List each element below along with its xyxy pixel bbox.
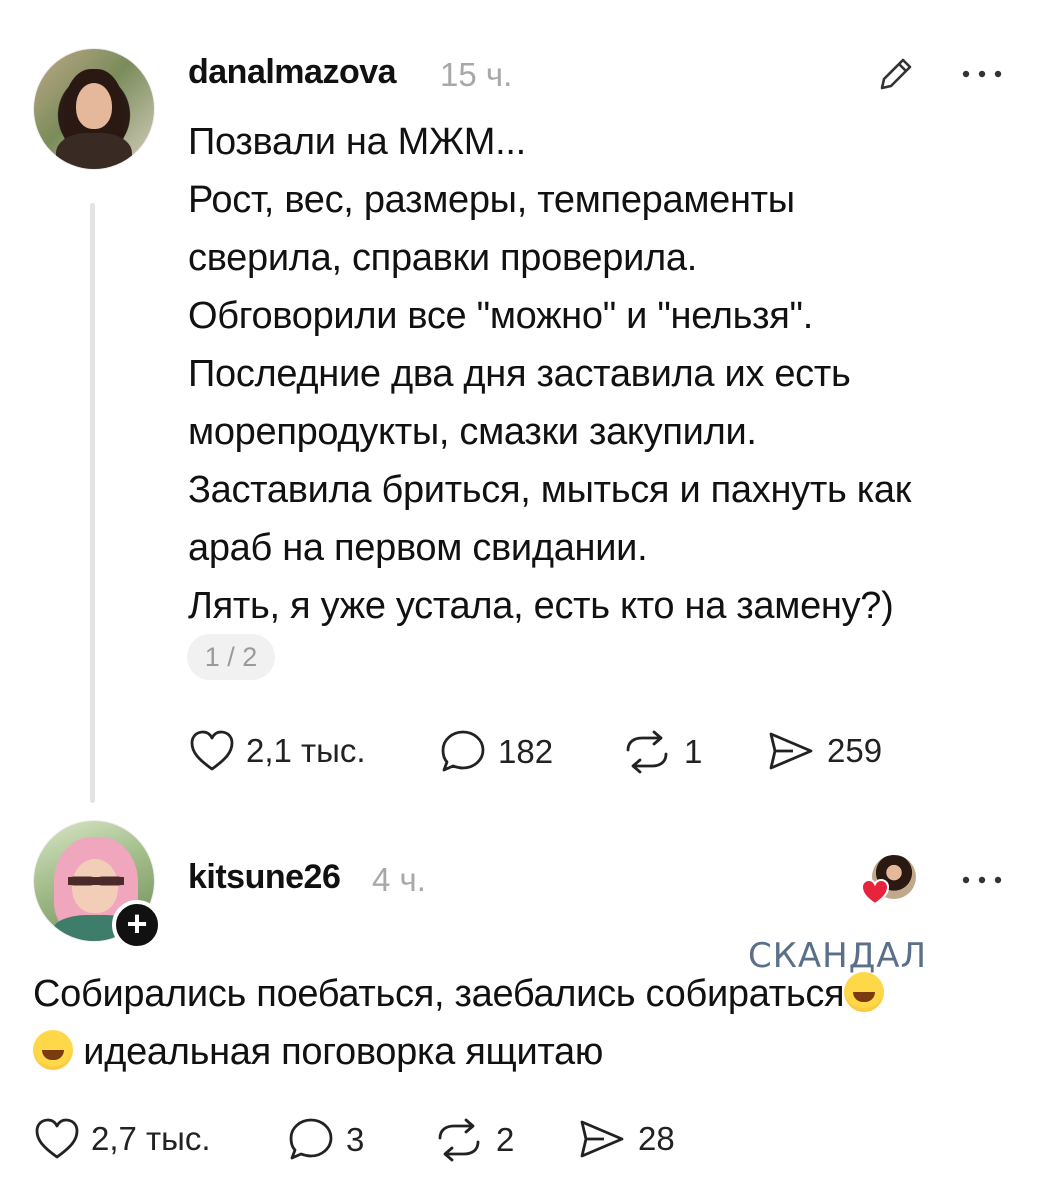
share-button[interactable]: 259 bbox=[765, 728, 882, 774]
repost-icon bbox=[626, 730, 668, 774]
post-body: Позвали на МЖМ... Рост, вес, размеры, те… bbox=[188, 113, 1008, 635]
comment-like-count: 2,7 тыс. bbox=[91, 1120, 211, 1157]
like-count: 2,1 тыс. bbox=[246, 732, 366, 769]
post-line: морепродукты, смазки закупили. bbox=[188, 411, 757, 453]
comment-line: Собирались поебаться, заебались собирать… bbox=[33, 965, 1013, 1023]
comment-line: идеальная поговорка ящитаю bbox=[33, 1023, 1013, 1081]
share-icon bbox=[769, 732, 813, 770]
post-line: араб на первом свидании. bbox=[188, 527, 648, 569]
share-icon bbox=[580, 1120, 624, 1158]
edit-icon[interactable] bbox=[872, 50, 920, 98]
rofl-emoji bbox=[33, 1030, 73, 1070]
comment-icon bbox=[289, 1118, 333, 1160]
comment-reply-count: 3 bbox=[346, 1121, 365, 1158]
repost-icon bbox=[438, 1118, 480, 1162]
repost-count: 1 bbox=[684, 733, 703, 770]
thread-connector-line bbox=[90, 203, 95, 803]
post-line: Позвали на МЖМ... bbox=[188, 121, 526, 163]
more-icon[interactable] bbox=[960, 64, 1004, 84]
like-button[interactable]: 2,1 тыс. bbox=[188, 728, 366, 774]
post-line: Лять, я уже устала, есть кто на замену?) bbox=[188, 585, 894, 627]
comment-time: 4 ч. bbox=[372, 861, 426, 898]
post-line: Последние два дня заставила их есть bbox=[188, 353, 851, 395]
post-username[interactable]: danalmazova bbox=[188, 53, 397, 92]
liked-heart-icon bbox=[860, 878, 890, 906]
thread-page: danalmazova 15 ч. Позвали на МЖМ... Рост… bbox=[0, 0, 1045, 1200]
comment-share-button[interactable]: 28 bbox=[576, 1116, 675, 1162]
more-icon[interactable] bbox=[960, 870, 1004, 890]
comment-button[interactable]: 182 bbox=[438, 728, 553, 776]
comment-body: Собирались поебаться, заебались собирать… bbox=[33, 965, 1013, 1081]
heart-icon bbox=[190, 730, 234, 771]
page-indicator[interactable]: 1 / 2 bbox=[187, 634, 275, 680]
comment-repost-count: 2 bbox=[496, 1121, 515, 1158]
share-count: 259 bbox=[827, 732, 883, 769]
laughing-emoji bbox=[844, 972, 885, 1012]
author-avatar[interactable] bbox=[33, 48, 155, 170]
comment-line-2-text: идеальная поговорка ящитаю bbox=[83, 1031, 604, 1073]
comment-username[interactable]: kitsune26 bbox=[188, 858, 341, 897]
heart-icon bbox=[35, 1118, 79, 1159]
comment-icon bbox=[441, 730, 485, 772]
post-line: Рост, вес, размеры, темпераменты bbox=[188, 179, 795, 221]
comment-count: 182 bbox=[498, 733, 554, 770]
post-line: Заставила бриться, мыться и пахнуть как bbox=[188, 469, 912, 511]
comment-reply-button[interactable]: 3 bbox=[286, 1116, 364, 1164]
comment-repost-button[interactable]: 2 bbox=[432, 1116, 514, 1164]
comment-like-button[interactable]: 2,7 тыс. bbox=[33, 1116, 211, 1162]
comment-line-1-text: Собирались поебаться, заебались собирать… bbox=[33, 973, 845, 1015]
post-time: 15 ч. bbox=[440, 56, 513, 93]
post-line: сверила, справки проверила. bbox=[188, 237, 697, 279]
comment-share-count: 28 bbox=[638, 1120, 675, 1157]
post-line: Обговорили все "можно" и "нельзя". bbox=[188, 295, 814, 337]
repost-button[interactable]: 1 bbox=[620, 728, 702, 776]
follow-plus-icon[interactable]: + bbox=[112, 900, 162, 950]
